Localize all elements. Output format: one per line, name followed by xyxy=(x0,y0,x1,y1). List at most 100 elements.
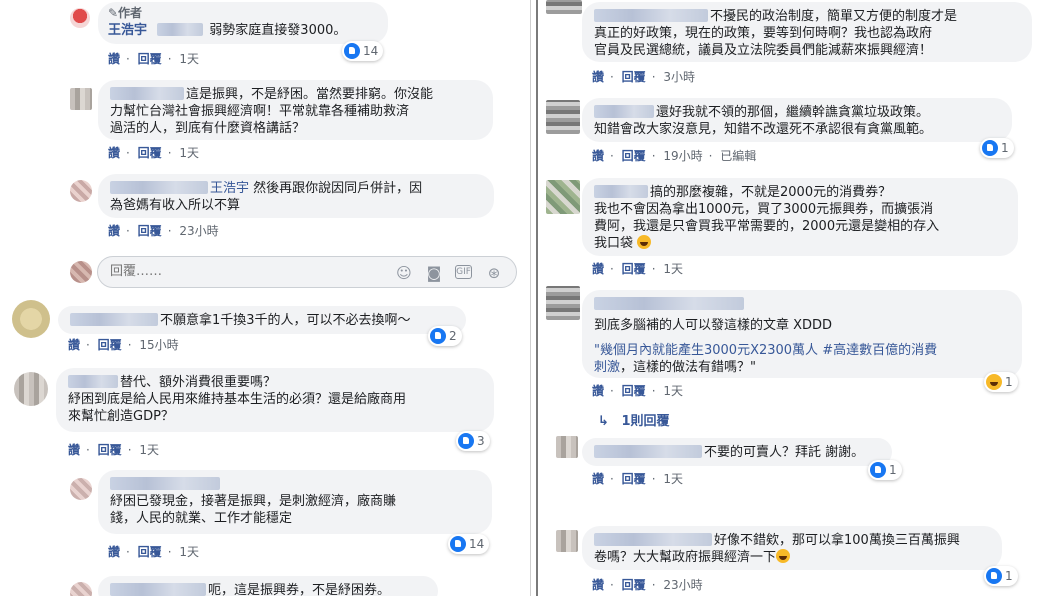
comment-time[interactable]: 1天 xyxy=(179,545,199,559)
quote-text: "幾個月內就能產生3000元X2300萬人 xyxy=(594,343,819,358)
comment-time[interactable]: 3小時 xyxy=(663,70,695,84)
comment-time[interactable]: 23小時 xyxy=(179,224,218,238)
like-button[interactable]: 讚 xyxy=(592,262,604,276)
commenter-avatar[interactable] xyxy=(70,180,92,202)
blurred-name xyxy=(157,23,204,36)
reply-button[interactable]: 回覆 xyxy=(138,52,162,66)
commenter-avatar[interactable] xyxy=(556,436,578,458)
comment-actions: 讚 · 回覆 · 1天 xyxy=(592,384,683,398)
reaction-count[interactable]: 14 xyxy=(448,534,490,554)
comment-text: 呃，這是振興券，不是紓困券。 xyxy=(208,583,391,596)
commenter-avatar[interactable] xyxy=(70,582,92,596)
commenter-avatar[interactable] xyxy=(70,478,92,500)
quote-text-2: 刺激 xyxy=(594,360,621,375)
comment-text: 不願意拿1千換3千的人，可以不必去換啊～ xyxy=(160,313,411,328)
comment-time[interactable]: 1天 xyxy=(179,52,199,66)
comment-time[interactable]: 1天 xyxy=(663,472,683,486)
commenter-avatar[interactable] xyxy=(546,0,582,14)
reply-button[interactable]: 回覆 xyxy=(98,338,122,352)
reply-button[interactable]: 回覆 xyxy=(622,384,646,398)
reaction-count[interactable]: 1 xyxy=(980,138,1014,158)
like-button[interactable]: 讚 xyxy=(592,70,604,84)
reply-arrow-icon: ↳ xyxy=(598,414,609,429)
comment-text: 不擾民的政治制度，簡單又方便的制度才是 xyxy=(710,9,958,24)
comment-bubble: 搞的那麼複雜，不就是2000元的消費券？ 我也不會因為拿出1000元，買了300… xyxy=(582,178,1018,256)
like-button[interactable]: 讚 xyxy=(592,384,604,398)
like-button[interactable]: 讚 xyxy=(592,472,604,486)
comment-bubble: 替代、額外消費很重要嗎？ 紓困到底是給人民用來維持基本生活的必須？還是給廠商用 … xyxy=(56,368,494,432)
comment-text-continued: 為爸媽有收入所以不算 xyxy=(110,198,241,213)
like-button[interactable]: 讚 xyxy=(108,224,120,238)
comment-text-continued: 知錯會改大家沒意見，知錯不改還死不承認很有貪黨風範。 xyxy=(594,122,933,137)
comment-text: 這是振興，不是紓困。當然要排窮。你沒能 xyxy=(186,87,434,102)
reply-button[interactable]: 回覆 xyxy=(138,545,162,559)
comment-text: 到底多腦補的人可以發這樣的文章 XDDD xyxy=(594,318,833,333)
column-divider xyxy=(530,0,538,596)
comment-actions: 讚 · 回覆 · 1天 xyxy=(108,545,199,559)
comment-author[interactable]: 王浩宇 xyxy=(108,23,147,38)
commenter-avatar[interactable] xyxy=(14,372,48,406)
commenter-avatar[interactable] xyxy=(546,286,580,320)
reply-button[interactable]: 回覆 xyxy=(622,262,646,276)
like-button[interactable]: 讚 xyxy=(592,578,604,592)
reaction-count[interactable]: 1 xyxy=(868,460,902,480)
quote-text-3: ，這樣的做法有錯嗎？" xyxy=(620,360,756,375)
comment-bubble: 不要的可賣人？拜託 謝謝。 xyxy=(582,438,892,466)
like-icon xyxy=(450,536,466,552)
like-button[interactable]: 讚 xyxy=(108,545,120,559)
reply-button[interactable]: 回覆 xyxy=(622,472,646,486)
author-avatar[interactable] xyxy=(70,8,90,28)
commenter-avatar[interactable] xyxy=(12,300,50,338)
comment-text: 還好我就不領的那個，繼續幹譙貪黨垃圾政策。 xyxy=(656,105,930,120)
comment-time[interactable]: 1天 xyxy=(663,262,683,276)
comment-bubble: 紓困已發現金，接著是振興，是刺激經濟，廠商賺 錢，人民的就業、工作才能穩定 xyxy=(98,470,492,534)
comment-actions: 讚 · 回覆 · 23小時 xyxy=(592,578,703,592)
comment-bubble: 王浩宇 然後再跟你說因同戶併計，因 為爸媽有收入所以不算 xyxy=(98,174,494,218)
like-button[interactable]: 讚 xyxy=(68,338,80,352)
comment-actions: 讚 · 回覆 · 1天 xyxy=(108,52,199,66)
comment-time[interactable]: 1天 xyxy=(139,443,159,457)
comment-time[interactable]: 1天 xyxy=(663,384,683,398)
reply-button[interactable]: 回覆 xyxy=(622,578,646,592)
reaction-count[interactable]: 14 xyxy=(342,41,384,61)
reply-button[interactable]: 回覆 xyxy=(138,146,162,160)
like-button[interactable]: 讚 xyxy=(108,146,120,160)
haha-icon xyxy=(986,374,1002,390)
reaction-count[interactable]: 2 xyxy=(428,326,462,346)
view-replies-link[interactable]: ↳ 1則回覆 xyxy=(598,410,669,429)
reply-input[interactable] xyxy=(110,264,370,279)
comment-text-continued: 力幫忙台灣社會振興經濟啊！平常就靠各種補助救済 過活的人，到底有什麼資格講話？ xyxy=(110,104,410,136)
camera-icon[interactable]: ◙ xyxy=(426,265,442,281)
commenter-avatar[interactable] xyxy=(556,530,578,552)
tagged-user[interactable]: 王浩宇 xyxy=(210,181,249,196)
emoji-icon[interactable]: ☺ xyxy=(396,265,412,281)
comment-time[interactable]: 19小時 xyxy=(663,149,702,163)
like-button[interactable]: 讚 xyxy=(68,443,80,457)
like-button[interactable]: 讚 xyxy=(108,52,120,66)
comment-actions: 讚 · 回覆 · 3小時 xyxy=(592,70,695,84)
comment-text-continued: 卷嗎？大大幫政府振興經濟一下 xyxy=(594,550,777,565)
commenter-avatar[interactable] xyxy=(70,88,92,110)
reply-button[interactable]: 回覆 xyxy=(622,149,646,163)
sticker-icon[interactable]: ⊛ xyxy=(486,265,502,281)
reaction-count[interactable]: 1 xyxy=(984,372,1018,392)
hashtag-link[interactable]: #高達數百億的消費 xyxy=(822,343,937,358)
reply-button[interactable]: 回覆 xyxy=(622,70,646,84)
reaction-count[interactable]: 3 xyxy=(456,431,490,451)
commenter-avatar[interactable] xyxy=(546,180,580,214)
like-button[interactable]: 讚 xyxy=(592,149,604,163)
comment-time[interactable]: 1天 xyxy=(179,146,199,160)
comment-time[interactable]: 15小時 xyxy=(139,338,178,352)
commenter-avatar[interactable] xyxy=(546,100,580,134)
edited-label[interactable]: 已編輯 xyxy=(720,149,756,163)
reply-box[interactable]: ☺ ◙ GIF ⊛ xyxy=(97,256,517,288)
gif-icon[interactable]: GIF xyxy=(455,265,472,279)
reply-button[interactable]: 回覆 xyxy=(98,443,122,457)
reply-button[interactable]: 回覆 xyxy=(138,224,162,238)
comment-actions: 讚 · 回覆 · 1天 xyxy=(592,472,683,486)
like-icon xyxy=(458,433,474,449)
comment-time[interactable]: 23小時 xyxy=(663,578,702,592)
comment-bubble: 到底多腦補的人可以發這樣的文章 XDDD "幾個月內就能產生3000元X2300… xyxy=(582,290,1022,378)
reaction-count[interactable]: 1 xyxy=(984,566,1018,586)
comment-text: 然後再跟你說因同戶併計，因 xyxy=(253,181,423,196)
